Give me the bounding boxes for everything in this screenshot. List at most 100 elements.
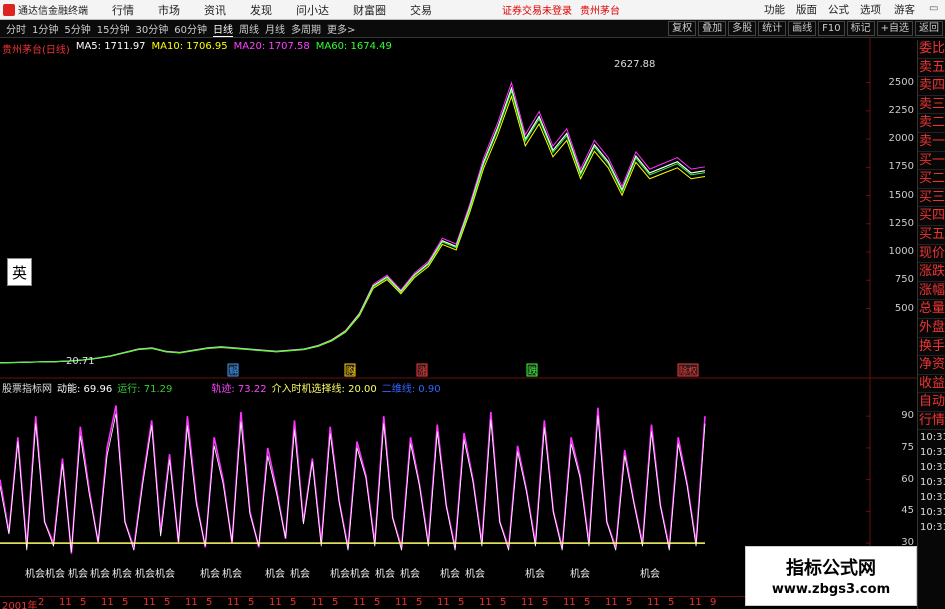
date-tick: 5: [80, 597, 87, 608]
date-tick: 5: [416, 597, 423, 608]
side-panel-item[interactable]: 收益: [918, 375, 945, 394]
side-panel-time: 10:31: [920, 447, 945, 459]
signal-label: 机会: [400, 569, 420, 580]
date-tick: 11: [269, 597, 282, 608]
indicator-y-tick: 75: [901, 441, 914, 453]
side-panel-item[interactable]: 涨跌: [918, 263, 945, 282]
legend-extra: 二维线: 0.90: [381, 384, 441, 395]
main-y-tick: 750: [894, 274, 914, 286]
signal-label: 机会: [155, 569, 175, 580]
main-y-tick: 1500: [888, 189, 914, 201]
side-panel-item[interactable]: 卖三: [918, 96, 945, 115]
main-y-tick: 1750: [888, 161, 914, 173]
legend-motion: 动能: 69.96: [57, 384, 113, 395]
legend-entry-line: 介入时机选择线: 20.00: [271, 384, 377, 395]
signal-label: 机会: [112, 569, 132, 580]
signal-label: 机会: [330, 569, 350, 580]
event-marker-label: 除权: [679, 365, 697, 377]
signal-label: 机会: [45, 569, 65, 580]
low-price-label: 20.71: [66, 356, 95, 367]
side-panel-item[interactable]: 涨幅: [918, 282, 945, 301]
side-panel-item[interactable]: 现价: [918, 245, 945, 264]
side-panel-item[interactable]: 委比: [918, 40, 945, 59]
main-y-tick: 1000: [888, 246, 914, 258]
side-panel-item[interactable]: 外盘: [918, 319, 945, 338]
indicator-y-tick: 45: [901, 505, 914, 517]
signal-label: 机会: [25, 569, 45, 580]
signal-label: 机会: [135, 569, 155, 580]
indicator-name[interactable]: 股票指标网: [2, 380, 52, 395]
signal-label: 机会: [68, 569, 88, 580]
side-panel-item[interactable]: 买五: [918, 226, 945, 245]
date-tick: 11: [395, 597, 408, 608]
minimize-icon[interactable]: ▭: [929, 3, 941, 15]
signal-label: 机会: [640, 569, 660, 580]
side-panel-item[interactable]: 卖二: [918, 114, 945, 133]
main-y-tick: 500: [894, 302, 914, 314]
ime-indicator[interactable]: 英: [7, 258, 32, 286]
date-tick: 5: [206, 597, 213, 608]
ma20-line: [0, 80, 706, 364]
date-tick: 11: [59, 597, 72, 608]
date-tick: 5: [626, 597, 633, 608]
signal-label: 机会: [222, 569, 242, 580]
signal-label: 机会: [440, 569, 460, 580]
date-tick: 11: [101, 597, 114, 608]
date-tick: 5: [122, 597, 129, 608]
tool-back[interactable]: 返回: [915, 21, 943, 36]
date-tick: 11: [437, 597, 450, 608]
date-tick: 5: [458, 597, 465, 608]
watermark-url: www.zbgs3.com: [771, 582, 891, 597]
side-panel-item[interactable]: 买二: [918, 170, 945, 189]
chart-canvas[interactable]: 解 购 涨 跌 除权: [0, 0, 917, 596]
side-panel-item[interactable]: 买四: [918, 207, 945, 226]
signal-label: 机会: [525, 569, 545, 580]
side-panel-item[interactable]: 自动: [918, 393, 945, 412]
motion-line: [0, 413, 706, 553]
main-y-tick: 1250: [888, 217, 914, 229]
side-panel-time: 10:31: [920, 522, 945, 534]
side-panel-item[interactable]: 买一: [918, 152, 945, 171]
side-panel-item[interactable]: 卖一: [918, 133, 945, 152]
side-panel-time: 10:31: [920, 462, 945, 474]
side-panel-time: 10:31: [920, 477, 945, 489]
indicator-y-tick: 90: [901, 410, 914, 422]
indicator-y-tick: 60: [901, 473, 914, 485]
side-panel-item[interactable]: 换手: [918, 338, 945, 357]
side-panel-item[interactable]: 卖四: [918, 77, 945, 96]
event-marker-label: 涨: [418, 366, 427, 377]
side-panel-item[interactable]: 卖五: [918, 59, 945, 78]
side-panel-item[interactable]: 总量: [918, 300, 945, 319]
date-tick: 11: [143, 597, 156, 608]
date-tick: 5: [164, 597, 171, 608]
date-tick: 11: [521, 597, 534, 608]
side-panel-time: 10:31: [920, 507, 945, 519]
date-tick: 11: [605, 597, 618, 608]
side-panel-item[interactable]: 净资: [918, 356, 945, 375]
date-tick: 11: [689, 597, 702, 608]
date-tick: 5: [542, 597, 549, 608]
date-tick: 11: [185, 597, 198, 608]
signal-label: 机会: [90, 569, 110, 580]
signal-label: 机会: [570, 569, 590, 580]
date-tick: 5: [248, 597, 255, 608]
date-tick: 11: [227, 597, 240, 608]
side-panel-time: 10:31: [920, 432, 945, 444]
high-price-label: 2627.88: [614, 59, 656, 70]
signal-label: 机会: [200, 569, 220, 580]
event-marker-label: 购: [346, 365, 355, 377]
main-y-tick: 2500: [888, 76, 914, 88]
side-panel-item[interactable]: 买三: [918, 189, 945, 208]
main-y-tick: 2250: [888, 104, 914, 116]
signal-label: 机会: [290, 569, 310, 580]
signal-label: 机会: [265, 569, 285, 580]
event-marker-label: 解: [229, 365, 238, 377]
signal-label: 机会: [375, 569, 395, 580]
indicator-series: [0, 405, 706, 554]
date-tick: 5: [584, 597, 591, 608]
signal-label: 机会: [465, 569, 485, 580]
date-tick: 11: [647, 597, 660, 608]
signal-label: 机会: [350, 569, 370, 580]
price-series: [0, 80, 706, 364]
side-panel-item[interactable]: 行情: [918, 412, 945, 431]
